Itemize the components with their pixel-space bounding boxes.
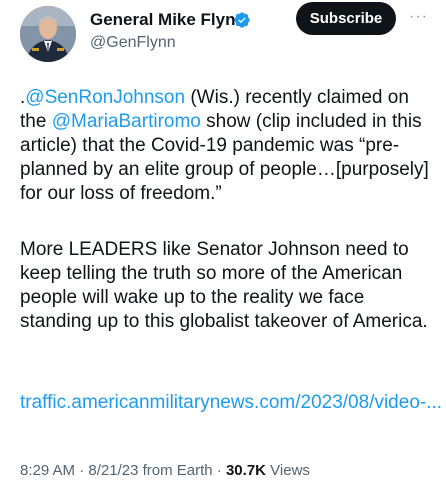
- article-link[interactable]: traffic.americanmilitarynews.com/2023/08…: [20, 391, 442, 415]
- tweet-meta: 8:29 AM · 8/21/23 from Earth · 30.7K Vie…: [20, 462, 310, 479]
- meta-separator: ·: [75, 462, 89, 479]
- author-handle[interactable]: @GenFlynn: [90, 34, 176, 52]
- tweet-paragraph-1: .@SenRonJohnson (Wis.) recently claimed …: [20, 86, 432, 206]
- avatar[interactable]: [20, 6, 76, 62]
- source-label: from Earth: [138, 462, 213, 479]
- views-label: Views: [266, 462, 310, 479]
- tweet-paragraph-2: More LEADERS like Senator Johnson need t…: [20, 239, 428, 332]
- article-link-text[interactable]: traffic.americanmilitarynews.com/2023/08…: [20, 392, 442, 413]
- author-name[interactable]: General Mike Flynn: [90, 10, 246, 30]
- timestamp-date[interactable]: 8/21/23: [88, 462, 138, 479]
- mention-link[interactable]: @MariaBartiromo: [52, 111, 201, 132]
- verified-badge-icon: [234, 12, 250, 28]
- timestamp-time[interactable]: 8:29 AM: [20, 462, 75, 479]
- mention-link[interactable]: @SenRonJohnson: [25, 87, 185, 108]
- subscribe-button[interactable]: Subscribe: [296, 2, 396, 35]
- meta-separator: ·: [212, 462, 226, 479]
- views-count[interactable]: 30.7K: [226, 462, 266, 479]
- more-options-icon[interactable]: ···: [409, 8, 428, 26]
- tweet-header: General Mike Flynn @GenFlynn Subscribe ·…: [0, 0, 446, 70]
- avatar-portrait-icon: [20, 6, 76, 62]
